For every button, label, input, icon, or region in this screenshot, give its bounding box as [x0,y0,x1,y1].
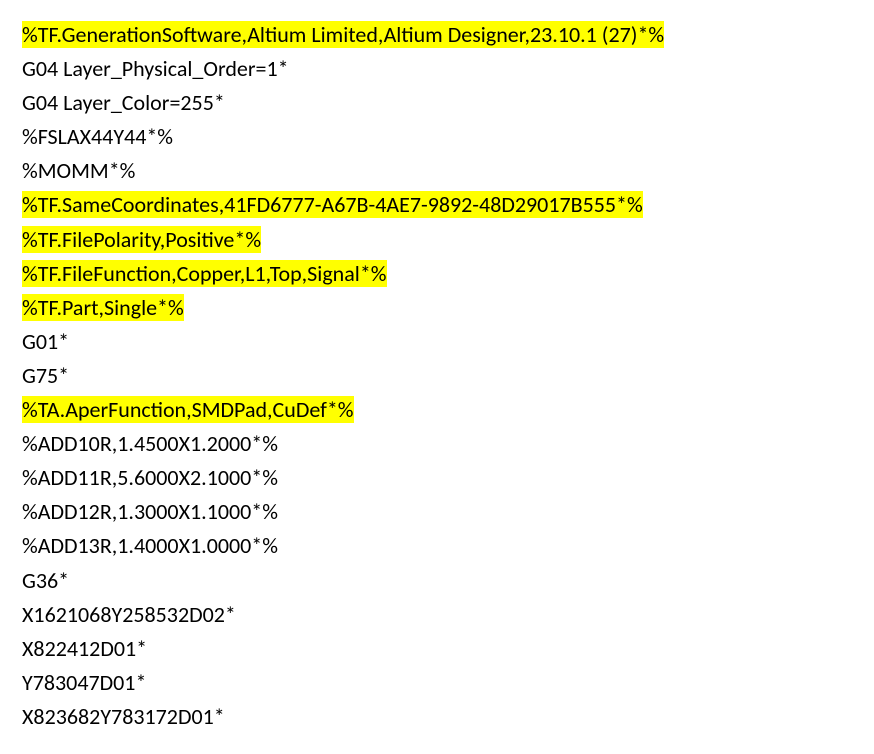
highlighted-text: %TF.GenerationSoftware,Altium Limited,Al… [22,21,664,48]
code-line: %TF.Part,Single*% [22,291,852,325]
code-line: X1621068Y258532D02* [22,598,852,632]
code-line: %ADD12R,1.3000X1.1000*% [22,495,852,529]
code-line: G36* [22,564,852,598]
code-line: G04 Layer_Physical_Order=1* [22,52,852,86]
highlighted-text: %TF.FilePolarity,Positive*% [22,226,261,253]
highlighted-text: %TF.SameCoordinates,41FD6777-A67B-4AE7-9… [22,191,643,218]
code-line: G04 Layer_Color=255* [22,86,852,120]
code-block: %TF.GenerationSoftware,Altium Limited,Al… [22,18,852,734]
code-line: %ADD11R,5.6000X2.1000*% [22,461,852,495]
code-line: %TF.FileFunction,Copper,L1,Top,Signal*% [22,257,852,291]
code-line: %TF.FilePolarity,Positive*% [22,223,852,257]
code-line: %TA.AperFunction,SMDPad,CuDef*% [22,393,852,427]
code-line: %ADD13R,1.4000X1.0000*% [22,529,852,563]
highlighted-text: %TA.AperFunction,SMDPad,CuDef*% [22,396,354,423]
code-line: %TF.GenerationSoftware,Altium Limited,Al… [22,18,852,52]
code-line: %TF.SameCoordinates,41FD6777-A67B-4AE7-9… [22,188,852,222]
code-line: G75* [22,359,852,393]
code-line: X823682Y783172D01* [22,700,852,734]
code-line: X822412D01* [22,632,852,666]
highlighted-text: %TF.FileFunction,Copper,L1,Top,Signal*% [22,260,387,287]
code-line: %MOMM*% [22,154,852,188]
code-line: G01* [22,325,852,359]
code-line: %ADD10R,1.4500X1.2000*% [22,427,852,461]
code-line: Y783047D01* [22,666,852,700]
highlighted-text: %TF.Part,Single*% [22,294,184,321]
code-line: %FSLAX44Y44*% [22,120,852,154]
